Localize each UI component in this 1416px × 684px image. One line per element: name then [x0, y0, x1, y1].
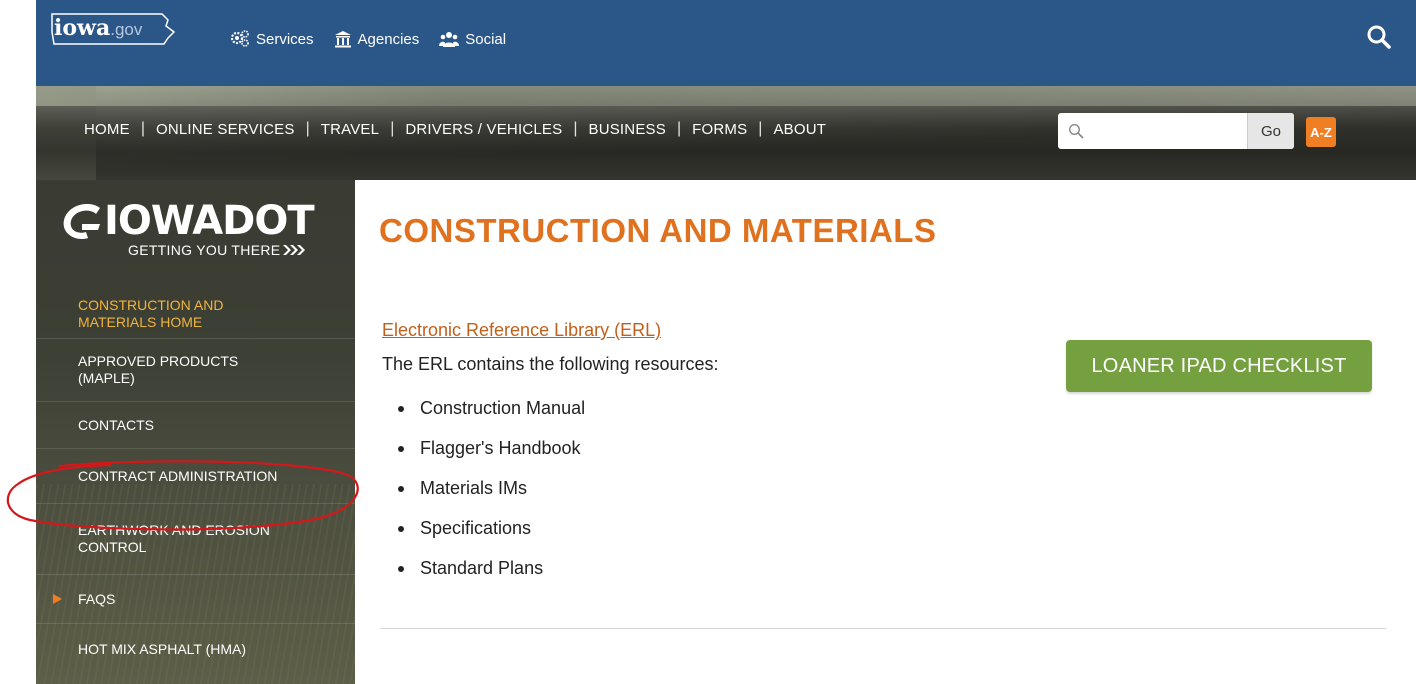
- chevrons-right-icon: [283, 245, 306, 255]
- logo-suffix: .gov: [110, 20, 143, 39]
- brand-tagline: GETTING YOU THERE: [128, 242, 308, 258]
- sidebar: IOWADOT GETTING YOU THERE CONSTRUCTION A…: [36, 180, 355, 684]
- sidebar-item-label: EARTHWORK AND EROSION CONTROL: [78, 522, 270, 555]
- header-road-banner: HOME | ONLINE SERVICES | TRAVEL | DRIVER…: [36, 86, 1416, 180]
- nav-separator: |: [676, 120, 682, 137]
- main-nav-forms[interactable]: FORMS: [692, 121, 747, 138]
- iowa-dot-swoosh-icon: [63, 204, 100, 240]
- search-go-button[interactable]: Go: [1247, 113, 1294, 149]
- iowa-dot-logo[interactable]: IOWADOT GETTING YOU THERE: [60, 198, 330, 262]
- top-nav-label: Services: [256, 30, 314, 48]
- bullet-icon: [398, 486, 404, 492]
- top-nav: Services Agencies Social: [230, 30, 506, 48]
- bullet-icon: [398, 446, 404, 452]
- search-icon: [1367, 25, 1391, 49]
- bullet-icon: [398, 406, 404, 412]
- page-title: CONSTRUCTION AND MATERIALS: [379, 212, 937, 249]
- list-item: Standard Plans: [382, 556, 585, 596]
- top-nav-services[interactable]: Services: [230, 30, 314, 48]
- top-nav-social[interactable]: Social: [439, 30, 506, 48]
- logo-text: iowa: [54, 15, 111, 41]
- sidebar-item-label: CONSTRUCTION AND MATERIALS HOME: [78, 297, 224, 330]
- nav-separator: |: [573, 120, 578, 137]
- sidebar-item-earthwork-erosion-control[interactable]: EARTHWORK AND EROSION CONTROL: [36, 504, 355, 575]
- building-icon: [334, 31, 351, 48]
- sidebar-item-label: CONTACTS: [78, 416, 154, 433]
- sidebar-item-label: HOT MIX ASPHALT (HMA): [78, 640, 247, 657]
- resource-label: Flagger's Handbook: [420, 438, 581, 458]
- resource-list: Construction Manual Flagger's Handbook M…: [382, 396, 585, 596]
- erl-description: The ERL contains the following resources…: [382, 354, 719, 374]
- resource-label: Construction Manual: [420, 398, 586, 418]
- main-nav-online-services[interactable]: ONLINE SERVICES: [156, 121, 295, 138]
- sidebar-nav: CONSTRUCTION AND MATERIALS HOME APPROVED…: [36, 290, 355, 674]
- bullet-icon: [398, 526, 404, 532]
- nav-separator: |: [758, 120, 763, 137]
- gears-icon: [230, 30, 249, 47]
- iowa-gov-top-bar: iowa.gov Services Agencies Social: [36, 0, 1416, 86]
- search-icon: [1068, 123, 1084, 139]
- sidebar-item-label: FAQS: [78, 590, 116, 607]
- list-item: Construction Manual: [382, 396, 585, 436]
- sidebar-item-contacts[interactable]: CONTACTS: [36, 402, 355, 449]
- brand-tagline-text: GETTING YOU THERE: [128, 242, 281, 258]
- top-nav-label: Agencies: [357, 30, 420, 48]
- list-item: Specifications: [382, 516, 585, 556]
- content-divider: [380, 628, 1386, 629]
- top-search-button[interactable]: [1366, 24, 1392, 55]
- sidebar-item-label: CONTRACT ADMINISTRATION: [78, 467, 278, 484]
- iowa-gov-logo[interactable]: iowa.gov: [50, 12, 182, 45]
- list-item: Materials IMs: [382, 476, 585, 516]
- sidebar-item-faqs[interactable]: FAQS: [36, 575, 355, 624]
- top-nav-agencies[interactable]: Agencies: [334, 30, 420, 48]
- main-nav-business[interactable]: BUSINESS: [588, 121, 665, 138]
- loaner-ipad-checklist-button[interactable]: LOANER IPAD CHECKLIST: [1066, 340, 1372, 392]
- nav-separator: |: [305, 120, 310, 137]
- nav-separator: |: [140, 120, 145, 137]
- main-nav-home[interactable]: HOME: [84, 121, 130, 138]
- main-nav: HOME | ONLINE SERVICES | TRAVEL | DRIVER…: [84, 120, 826, 138]
- sidebar-item-approved-products[interactable]: APPROVED PRODUCTS (MAPLE): [36, 339, 355, 402]
- people-icon: [439, 32, 460, 47]
- resource-label: Materials IMs: [420, 478, 528, 498]
- main-nav-about[interactable]: ABOUT: [773, 121, 826, 138]
- bullet-icon: [398, 566, 404, 572]
- resource-label: Specifications: [420, 518, 532, 538]
- main-nav-drivers-vehicles[interactable]: DRIVERS / VEHICLES: [405, 121, 562, 138]
- sidebar-item-label: APPROVED PRODUCTS (MAPLE): [78, 353, 239, 386]
- erl-link[interactable]: Electronic Reference Library (ERL): [382, 320, 661, 341]
- main-nav-travel[interactable]: TRAVEL: [321, 121, 379, 138]
- brand-name: IOWADOT: [104, 198, 315, 244]
- site-search-box: Go: [1058, 113, 1294, 149]
- site-search-input[interactable]: [1090, 115, 1244, 147]
- a-z-index-button[interactable]: A-Z: [1306, 117, 1336, 147]
- resource-label: Standard Plans: [420, 558, 544, 578]
- nav-separator: |: [390, 120, 395, 137]
- sidebar-item-construction-materials-home[interactable]: CONSTRUCTION AND MATERIALS HOME: [36, 290, 355, 339]
- caret-right-icon: [53, 594, 62, 604]
- sidebar-item-contract-administration[interactable]: CONTRACT ADMINISTRATION: [36, 449, 355, 504]
- top-nav-label: Social: [465, 30, 507, 48]
- sidebar-item-hot-mix-asphalt[interactable]: HOT MIX ASPHALT (HMA): [36, 624, 355, 674]
- list-item: Flagger's Handbook: [382, 436, 585, 476]
